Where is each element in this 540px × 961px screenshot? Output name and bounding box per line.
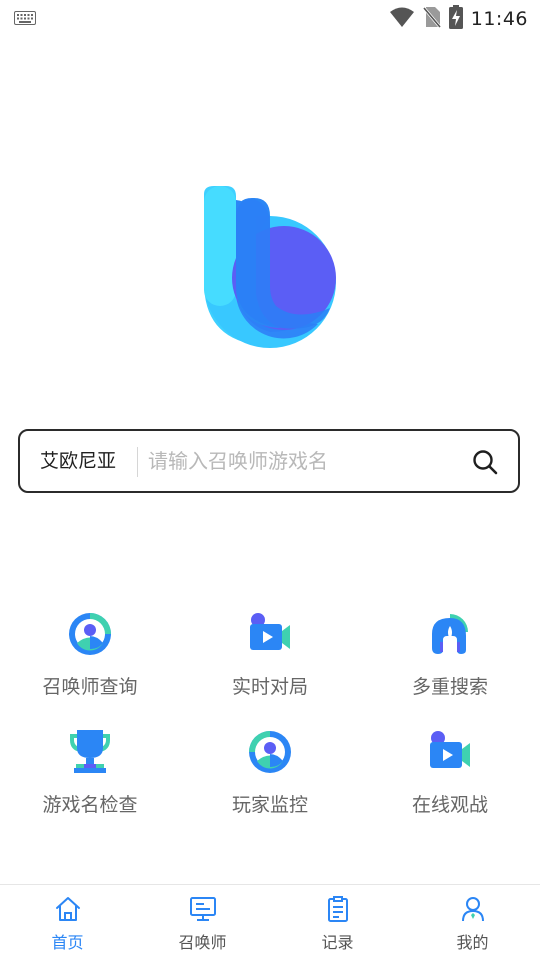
monitor-icon bbox=[189, 897, 216, 921]
tab-label: 我的 bbox=[456, 933, 489, 952]
tab-summoner[interactable]: 召唤师 bbox=[135, 895, 270, 953]
search-divider bbox=[137, 447, 138, 477]
person-icon bbox=[461, 897, 484, 922]
feature-multi-search[interactable]: 多重搜索 bbox=[360, 610, 540, 699]
status-bar: 11:46 bbox=[0, 0, 540, 36]
video-camera-icon bbox=[250, 613, 290, 650]
tab-label: 首页 bbox=[51, 933, 84, 952]
search-box: 艾欧尼亚 bbox=[18, 429, 520, 493]
feature-name-check[interactable]: 游戏名检查 bbox=[0, 728, 180, 817]
trophy-icon bbox=[70, 730, 110, 773]
tab-records[interactable]: 记录 bbox=[270, 895, 405, 953]
summoner-name-input[interactable] bbox=[148, 441, 448, 481]
clock: 11:46 bbox=[470, 8, 528, 30]
feature-label: 实时对局 bbox=[231, 676, 308, 698]
region-selector[interactable]: 艾欧尼亚 bbox=[40, 431, 116, 491]
bottom-tab-bar: 首页 召唤师 记录 我的 bbox=[0, 884, 540, 961]
home-icon bbox=[55, 897, 80, 921]
tab-home[interactable]: 首页 bbox=[0, 895, 135, 953]
app-logo bbox=[200, 186, 340, 350]
keyboard-icon bbox=[14, 10, 36, 29]
search-icon[interactable] bbox=[472, 449, 498, 475]
no-sim-icon bbox=[422, 6, 441, 32]
user-circle-icon bbox=[69, 613, 111, 655]
tab-label: 记录 bbox=[321, 933, 354, 952]
battery-charging-icon bbox=[448, 5, 463, 33]
tab-profile[interactable]: 我的 bbox=[405, 895, 540, 953]
helmet-icon bbox=[432, 614, 468, 654]
feature-label: 玩家监控 bbox=[231, 794, 308, 816]
feature-label: 多重搜索 bbox=[411, 676, 488, 698]
feature-label: 在线观战 bbox=[411, 794, 488, 816]
feature-label: 召唤师查询 bbox=[42, 676, 138, 698]
wifi-icon bbox=[389, 6, 415, 32]
video-camera-icon bbox=[430, 731, 470, 768]
feature-label: 游戏名检查 bbox=[42, 794, 138, 816]
clipboard-icon bbox=[327, 896, 348, 922]
feature-live-match[interactable]: 实时对局 bbox=[180, 610, 360, 699]
user-circle-icon bbox=[249, 731, 291, 773]
tab-label: 召唤师 bbox=[178, 933, 227, 952]
feature-player-monitor[interactable]: 玩家监控 bbox=[180, 728, 360, 817]
feature-spectate[interactable]: 在线观战 bbox=[360, 728, 540, 817]
feature-summoner-search[interactable]: 召唤师查询 bbox=[0, 610, 180, 699]
